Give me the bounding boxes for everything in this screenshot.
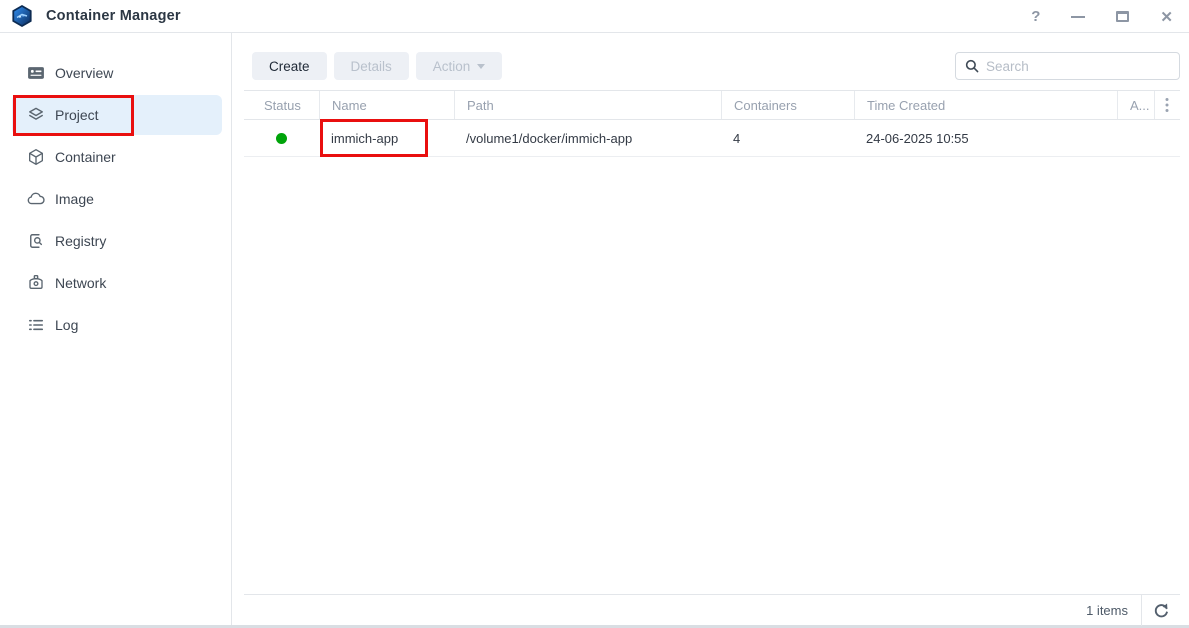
column-header-time-created[interactable]: Time Created [854,91,1117,119]
sidebar-item-container[interactable]: Container [12,137,222,177]
create-button[interactable]: Create [252,52,327,80]
log-icon [26,315,46,335]
column-header-containers[interactable]: Containers [721,91,854,119]
network-icon [26,273,46,293]
row-status-cell [244,120,319,156]
sidebar-item-overview[interactable]: Overview [12,53,222,93]
details-button[interactable]: Details [334,52,409,80]
action-button-label: Action [433,59,471,74]
column-header-status[interactable]: Status [244,91,319,119]
table-header: Status Name Path Containers Time Created… [244,90,1180,120]
kebab-menu-icon [1165,97,1169,113]
refresh-icon [1153,602,1170,619]
sidebar-item-image[interactable]: Image [12,179,222,219]
sidebar-item-label: Container [55,149,116,165]
row-containers-cell: 4 [721,120,854,156]
sidebar-item-log[interactable]: Log [12,305,222,345]
sidebar: Overview Project Container [0,33,232,625]
maximize-icon[interactable] [1116,11,1129,22]
row-kebab-cell [1154,120,1179,156]
main-content: Create Details Action Status Nam [232,33,1189,625]
toolbar: Create Details Action [244,52,1180,80]
sidebar-item-label: Image [55,191,94,207]
app-title: Container Manager [46,8,181,24]
sidebar-item-label: Project [55,107,99,123]
list-footer: 1 items [244,594,1180,625]
sidebar-item-label: Overview [55,65,113,81]
empty-list-area [244,157,1180,594]
column-header-name[interactable]: Name [319,91,454,119]
sidebar-item-label: Registry [55,233,106,249]
items-count: 1 items [1086,603,1141,618]
registry-icon [26,231,46,251]
column-header-action-truncated[interactable]: A... [1117,91,1154,119]
refresh-button[interactable] [1142,595,1180,625]
close-icon[interactable]: ✕ [1160,8,1173,26]
sidebar-item-project[interactable]: Project [12,95,222,135]
minimize-icon[interactable] [1071,16,1085,18]
row-name-cell: immich-app [319,120,454,156]
chevron-down-icon [477,64,485,69]
row-action-cell [1117,120,1154,156]
search-box [955,52,1180,80]
container-manager-app-icon [10,4,34,28]
sidebar-item-label: Log [55,317,78,333]
container-manager-window: Container Manager ? ✕ Overview [0,0,1189,628]
sidebar-item-network[interactable]: Network [12,263,222,303]
project-icon [26,105,46,125]
row-path-cell: /volume1/docker/immich-app [454,120,721,156]
window-controls: ? ✕ [1031,0,1173,33]
container-icon [26,147,46,167]
search-icon [964,58,980,74]
column-header-path[interactable]: Path [454,91,721,119]
table-row[interactable]: immich-app /volume1/docker/immich-app 4 … [244,120,1180,157]
action-button[interactable]: Action [416,52,503,80]
sidebar-item-label: Network [55,275,106,291]
search-input[interactable] [986,59,1171,74]
project-table: Status Name Path Containers Time Created… [244,90,1180,157]
titlebar: Container Manager ? ✕ [0,0,1189,33]
help-icon[interactable]: ? [1031,8,1040,25]
status-running-dot [276,133,287,144]
sidebar-item-registry[interactable]: Registry [12,221,222,261]
row-time-created-cell: 24-06-2025 10:55 [854,120,1117,156]
overview-icon [26,63,46,83]
column-settings-button[interactable] [1154,91,1179,119]
image-icon [26,189,46,209]
